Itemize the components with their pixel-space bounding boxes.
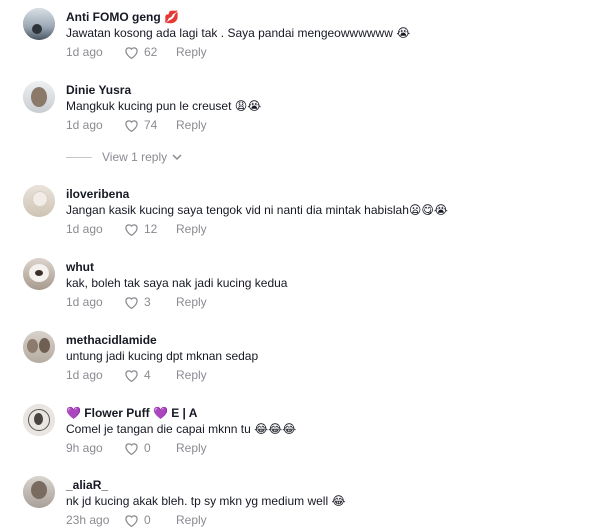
comment-time: 1d ago bbox=[66, 118, 103, 132]
like-count: 3 bbox=[144, 295, 151, 309]
reply-button[interactable]: Reply bbox=[176, 368, 207, 382]
comment-author[interactable]: Anti FOMO geng 💋 bbox=[66, 10, 179, 24]
reply-button[interactable]: Reply bbox=[176, 295, 207, 309]
comment-text: Mangkuk kucing pun le creuset 😩😭 bbox=[66, 99, 262, 113]
comment-time: 1d ago bbox=[66, 368, 103, 382]
comment-author[interactable]: _aliaR_ bbox=[66, 478, 108, 492]
reply-button[interactable]: Reply bbox=[176, 45, 207, 59]
comment-text: Comel je tangan die capai mknn tu 😂😂😂 bbox=[66, 422, 297, 436]
like-count: 12 bbox=[144, 222, 158, 236]
comment-time: 1d ago bbox=[66, 295, 103, 309]
comment-author[interactable]: whut bbox=[66, 260, 94, 274]
comment-author[interactable]: iloveribena bbox=[66, 187, 129, 201]
comment-text: Jawatan kosong ada lagi tak . Saya panda… bbox=[66, 26, 411, 40]
avatar[interactable] bbox=[23, 185, 55, 217]
heart-outline-icon bbox=[125, 442, 138, 455]
heart-outline-icon bbox=[125, 119, 138, 132]
heart-outline-icon bbox=[125, 296, 138, 309]
avatar[interactable] bbox=[23, 81, 55, 113]
comment-time: 1d ago bbox=[66, 222, 103, 236]
comment-text: Jangan kasik kucing saya tengok vid ni n… bbox=[66, 203, 448, 217]
like-button[interactable]: 62 bbox=[124, 45, 176, 59]
comment-text: untung jadi kucing dpt mknan sedap bbox=[66, 349, 259, 363]
heart-outline-icon bbox=[125, 223, 138, 236]
comment-text: nk jd kucing akak bleh. tp sy mkn yg med… bbox=[66, 494, 346, 508]
reply-button[interactable]: Reply bbox=[176, 513, 207, 527]
like-button[interactable]: 74 bbox=[124, 118, 176, 132]
like-button[interactable]: 0 bbox=[124, 441, 176, 455]
avatar[interactable] bbox=[23, 404, 55, 436]
comment-time: 1d ago bbox=[66, 45, 103, 59]
heart-outline-icon bbox=[125, 514, 138, 527]
reply-button[interactable]: Reply bbox=[176, 441, 207, 455]
divider-line bbox=[66, 156, 92, 158]
avatar[interactable] bbox=[23, 258, 55, 290]
chevron-down-icon bbox=[172, 153, 182, 160]
comment-time: 23h ago bbox=[66, 513, 110, 527]
heart-outline-icon bbox=[125, 369, 138, 382]
view-replies-button[interactable]: View 1 reply bbox=[66, 150, 182, 164]
avatar[interactable] bbox=[23, 476, 55, 508]
like-count: 0 bbox=[144, 513, 151, 527]
comment-author[interactable]: methacidlamide bbox=[66, 333, 157, 347]
like-count: 4 bbox=[144, 368, 151, 382]
comment-time: 9h ago bbox=[66, 441, 103, 455]
like-count: 0 bbox=[144, 441, 151, 455]
like-count: 74 bbox=[144, 118, 158, 132]
avatar[interactable] bbox=[23, 8, 55, 40]
like-button[interactable]: 4 bbox=[124, 368, 176, 382]
heart-outline-icon bbox=[125, 46, 138, 59]
like-button[interactable]: 3 bbox=[124, 295, 176, 309]
like-button[interactable]: 0 bbox=[124, 513, 176, 527]
comment-author[interactable]: 💜 Flower Puff 💜 E | A bbox=[66, 406, 197, 420]
comment-author[interactable]: Dinie Yusra bbox=[66, 83, 131, 97]
like-button[interactable]: 12 bbox=[124, 222, 176, 236]
like-count: 62 bbox=[144, 45, 158, 59]
view-replies-label: View 1 reply bbox=[102, 150, 168, 164]
comment-text: kak, boleh tak saya nak jadi kucing kedu… bbox=[66, 276, 288, 290]
reply-button[interactable]: Reply bbox=[176, 222, 207, 236]
avatar[interactable] bbox=[23, 331, 55, 363]
reply-button[interactable]: Reply bbox=[176, 118, 207, 132]
